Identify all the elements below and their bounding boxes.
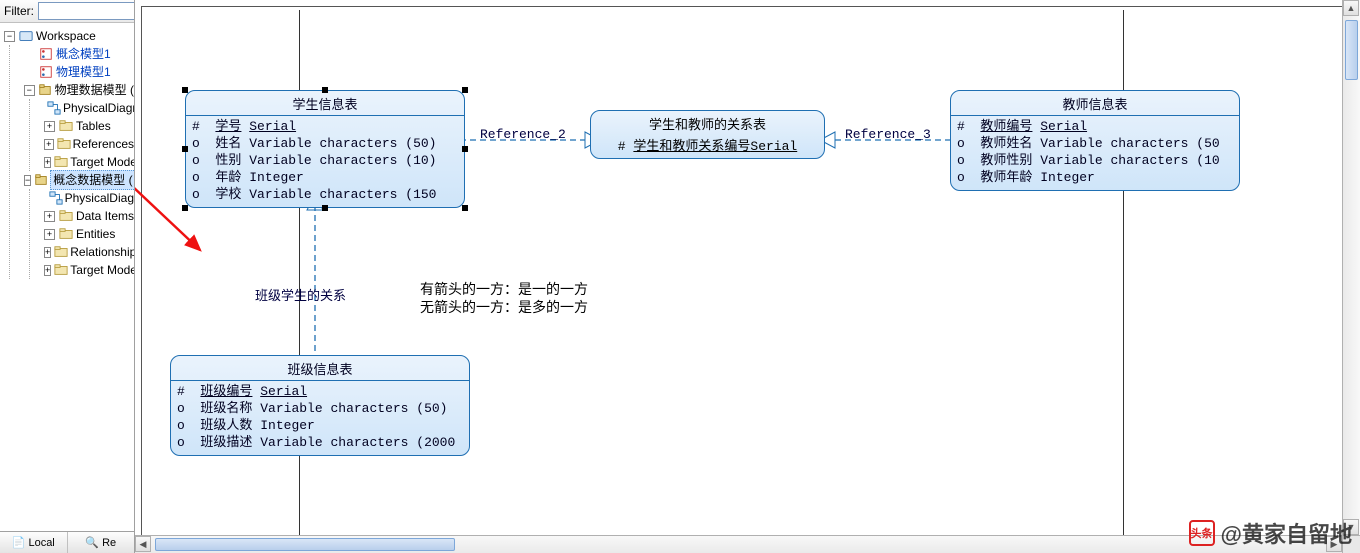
- entity-title: 学生信息表: [186, 91, 464, 116]
- package-icon: [38, 83, 53, 97]
- filter-input[interactable]: [38, 2, 135, 20]
- expand-icon[interactable]: +: [44, 121, 55, 132]
- folder-icon: [54, 245, 68, 259]
- expand-icon[interactable]: +: [44, 247, 51, 258]
- scroll-up-icon[interactable]: ▲: [1343, 0, 1359, 16]
- watermark-logo-icon: 头条: [1189, 520, 1215, 546]
- entity-columns: # 学号 Serial o 姓名 Variable characters (50…: [186, 116, 464, 207]
- folder-icon: [57, 137, 71, 151]
- vertical-scrollbar[interactable]: ▲ ▼: [1342, 0, 1360, 535]
- folder-icon: [58, 119, 74, 133]
- canvas-note: 有箭头的一方：是一的一方 无箭头的一方：是多的一方: [420, 282, 588, 318]
- workspace-icon: [18, 29, 34, 43]
- expand-icon[interactable]: +: [44, 211, 55, 222]
- collapse-icon[interactable]: −: [24, 85, 35, 96]
- diagram-canvas[interactable]: 学生信息表 # 学号 Serial o 姓名 Variable characte…: [135, 0, 1360, 553]
- repo-icon: 🔍: [85, 536, 99, 549]
- diagram-icon: [47, 101, 61, 115]
- tree-item-targets[interactable]: +Target Models: [44, 153, 134, 171]
- collapse-icon[interactable]: −: [4, 31, 15, 42]
- package-icon: [34, 173, 48, 187]
- tree-item-diagram[interactable]: PhysicalDiagr: [44, 99, 134, 117]
- sidebar-tabs: 📄Local 🔍Re: [0, 531, 134, 553]
- annotation-arrow-icon: [135, 170, 215, 260]
- scroll-thumb[interactable]: [155, 538, 455, 551]
- folder-icon: [54, 263, 68, 277]
- filter-label: Filter:: [4, 4, 34, 18]
- folder-icon: [58, 227, 74, 241]
- entity-columns: # 班级编号 Serial o 班级名称 Variable characters…: [171, 381, 469, 455]
- link-label-class[interactable]: 班级学生的关系: [255, 285, 346, 304]
- tree-item-cdm[interactable]: − 概念数据模型 (: [24, 171, 134, 189]
- entity-columns: # 教师编号 Serial o 教师姓名 Variable characters…: [951, 116, 1239, 190]
- filter-bar: Filter:: [0, 0, 134, 23]
- watermark-text: @黄家自留地: [1221, 517, 1352, 549]
- scroll-left-icon[interactable]: ◀: [135, 536, 151, 552]
- entity-class[interactable]: 班级信息表 # 班级编号 Serial o 班级名称 Variable char…: [170, 355, 470, 456]
- tree-item-pdm1[interactable]: 物理模型1: [24, 63, 134, 81]
- folder-icon: [54, 155, 68, 169]
- tree-item-pdm[interactable]: − 物理数据模型 (: [24, 81, 134, 99]
- tab-repository[interactable]: 🔍Re: [68, 532, 135, 553]
- folder-icon: [58, 209, 74, 223]
- tree-item-relationships[interactable]: +Relationships: [44, 243, 134, 261]
- tree-item-targets[interactable]: +Target Models: [44, 261, 134, 279]
- tree-root[interactable]: − Workspace: [4, 27, 134, 45]
- diagram-icon: [49, 191, 63, 205]
- model-icon: [38, 47, 54, 61]
- tree-item-references[interactable]: +References: [44, 135, 134, 153]
- watermark: 头条 @黄家自留地: [1189, 517, 1352, 549]
- tree-item-diagram[interactable]: PhysicalDiag: [44, 189, 134, 207]
- entity-title: 学生和教师的关系表: [591, 111, 824, 135]
- tab-local[interactable]: 📄Local: [0, 532, 68, 553]
- tree-item-entities[interactable]: +Entities: [44, 225, 134, 243]
- collapse-icon[interactable]: −: [24, 175, 31, 186]
- model-tree[interactable]: − Workspace 概念模型1 物理模型1 − 物理数: [0, 23, 134, 531]
- sidebar: Filter: − Workspace 概念模型1 物理模型1: [0, 0, 135, 553]
- tree-item-tables[interactable]: +Tables: [44, 117, 134, 135]
- expand-icon[interactable]: +: [44, 157, 51, 168]
- horizontal-scrollbar[interactable]: ◀ ▶: [135, 535, 1342, 553]
- link-label-ref2[interactable]: Reference_2: [480, 127, 566, 142]
- scroll-thumb[interactable]: [1345, 20, 1358, 80]
- tree-item-dataitems[interactable]: +Data Items: [44, 207, 134, 225]
- local-icon: 📄: [12, 536, 26, 549]
- expand-icon[interactable]: +: [44, 265, 51, 276]
- entity-title: 班级信息表: [171, 356, 469, 381]
- model-icon: [38, 65, 54, 79]
- entity-relation-st[interactable]: 学生和教师的关系表 # 学生和教师关系编号Serial: [590, 110, 825, 159]
- link-label-ref3[interactable]: Reference_3: [845, 127, 931, 142]
- expand-icon[interactable]: +: [44, 139, 54, 150]
- entity-student[interactable]: 学生信息表 # 学号 Serial o 姓名 Variable characte…: [185, 90, 465, 208]
- tree-item-cdm1[interactable]: 概念模型1: [24, 45, 134, 63]
- expand-icon[interactable]: +: [44, 229, 55, 240]
- entity-teacher[interactable]: 教师信息表 # 教师编号 Serial o 教师姓名 Variable char…: [950, 90, 1240, 191]
- entity-title: 教师信息表: [951, 91, 1239, 116]
